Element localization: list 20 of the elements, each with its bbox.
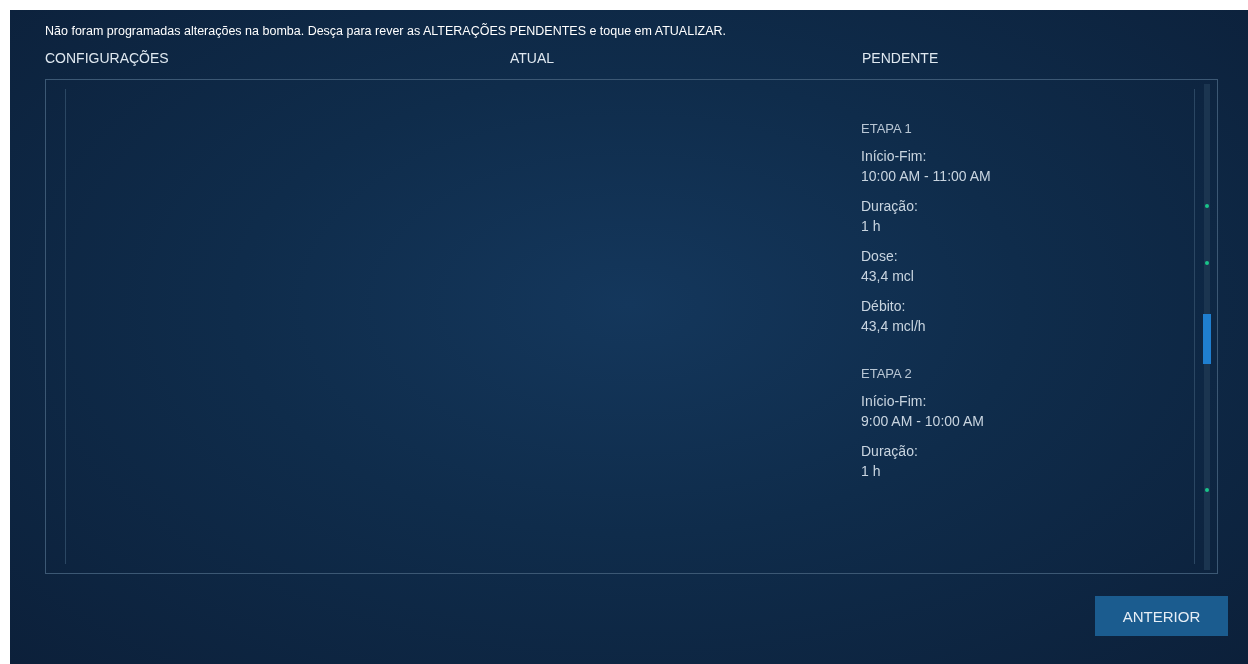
field-value: 10:00 AM - 11:00 AM <box>861 167 991 186</box>
column-header: PENDENTE <box>862 50 939 66</box>
instruction-text: Não foram programadas alterações na bomba. Desça para rever as ALTERAÇÕES PENDENTES e toque em ATUALIZAR. <box>45 23 728 39</box>
column-header: ATUAL <box>510 50 556 66</box>
field-label: Início-Fim: <box>861 392 928 411</box>
stage-title: ETAPA 1 <box>861 121 913 136</box>
field-label: Duração: <box>861 197 919 216</box>
back-button[interactable]: ANTERIOR <box>1095 596 1228 636</box>
field-value: 1 h <box>861 217 882 236</box>
field-label: Dose: <box>861 247 899 266</box>
field-value: 43,4 mcl <box>861 267 915 286</box>
field-value: 1 h <box>861 462 882 481</box>
column-header: CONFIGURAÇÕES <box>45 50 170 66</box>
scrollbar-drawing[interactable] <box>1201 84 1213 570</box>
field-label: Início-Fim: <box>861 147 928 166</box>
field-label: Débito: <box>861 297 907 316</box>
field-value: 43,4 mcl/h <box>861 317 927 336</box>
field-label: Duração: <box>861 442 919 461</box>
field-value: 9:00 AM - 10:00 AM <box>861 412 985 431</box>
stage-title: ETAPA 2 <box>861 366 913 381</box>
